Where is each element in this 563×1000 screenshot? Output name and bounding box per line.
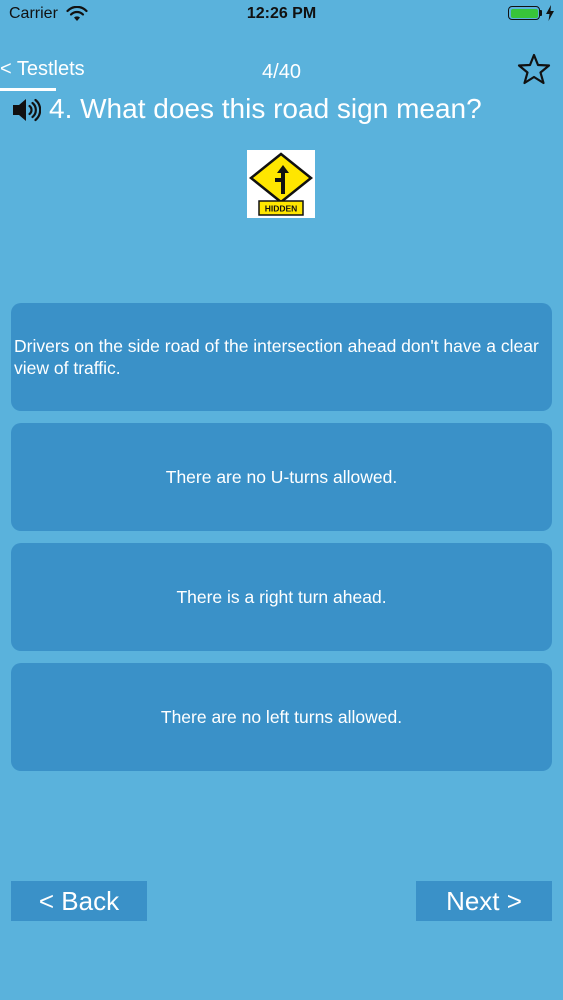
status-bar: Carrier 12:26 PM [0, 0, 563, 30]
answer-option-1[interactable]: Drivers on the side road of the intersec… [11, 303, 552, 411]
answer-option-4[interactable]: There are no left turns allowed. [11, 663, 552, 771]
back-button[interactable]: < Back [11, 881, 147, 921]
hidden-intersection-sign-icon: HIDDEN [248, 152, 314, 216]
status-time: 12:26 PM [246, 5, 317, 22]
sign-plaque-text: HIDDEN [265, 204, 298, 214]
star-outline-icon[interactable] [517, 53, 551, 85]
next-button[interactable]: Next > [416, 881, 552, 921]
charging-bolt-icon [546, 5, 554, 21]
battery-cap [540, 10, 542, 16]
question-text: 4. What does this road sign mean? [49, 93, 482, 124]
answer-list: Drivers on the side road of the intersec… [11, 303, 552, 783]
answer-option-2[interactable]: There are no U-turns allowed. [11, 423, 552, 531]
back-link-underline [0, 88, 56, 91]
battery-fill [510, 8, 538, 18]
answer-option-3[interactable]: There is a right turn ahead. [11, 543, 552, 651]
battery-icon [508, 6, 540, 20]
question-counter: 4/40 [262, 61, 301, 83]
speaker-icon[interactable] [11, 96, 41, 124]
road-sign-image: HIDDEN [247, 150, 315, 218]
